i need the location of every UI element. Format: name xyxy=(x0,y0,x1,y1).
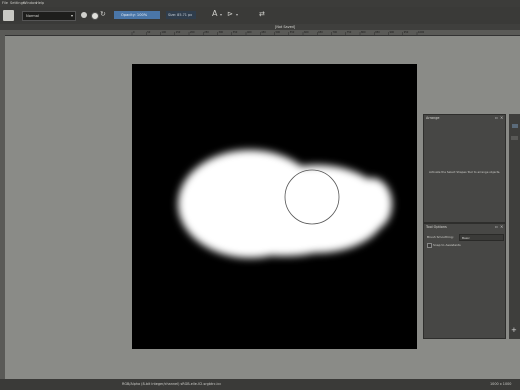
wrap-around-icon[interactable]: ⇄ xyxy=(259,10,265,18)
white-brush-stroke xyxy=(178,150,392,258)
reload-preset-icon[interactable]: ↻ xyxy=(100,11,106,18)
ruler-tick-label: 1000 xyxy=(418,31,425,34)
ruler-tick-label: 300 xyxy=(219,31,224,34)
canvas-artwork xyxy=(178,150,392,258)
add-layer-icon[interactable]: + xyxy=(511,327,517,334)
snap-label: Snap to Assistants xyxy=(433,243,461,247)
ruler-tick-label: 750 xyxy=(347,31,352,34)
ruler-tick-label: 100 xyxy=(162,31,167,34)
chevron-down-icon[interactable]: ▾ xyxy=(220,12,222,17)
layer-thumbnail[interactable] xyxy=(512,124,518,128)
status-bar: RGB/Alpha (8-bit integer/channel) sRGB-e… xyxy=(0,379,520,390)
mirror-icon[interactable]: ⊳ xyxy=(227,10,233,18)
snap-checkbox[interactable] xyxy=(427,243,432,248)
ruler-ticks: 0 50 100 150 200 250 300 350 400 450 500 550 600 650 7… xyxy=(131,31,425,35)
brush-toolbar: Normal ▾ ↻ Opacity: 100% Size: 85.71 px … xyxy=(0,7,520,25)
ruler-tick-label: 200 xyxy=(190,31,195,34)
arrange-panel: Arrange ▫ × Activate the Select Shapes T… xyxy=(423,114,506,223)
opacity-label: Opacity: 100% xyxy=(121,13,148,17)
arrange-hint: Activate the Select Shapes Tool to arran… xyxy=(429,170,501,174)
ruler-tick-label: 850 xyxy=(375,31,380,34)
tool-options-title: Tool Options xyxy=(426,225,447,229)
ruler-tick-label: 800 xyxy=(361,31,366,34)
menu-help[interactable]: Help xyxy=(36,1,44,5)
ruler-tick-label: 950 xyxy=(404,31,409,34)
image-size-info: 1000 x 1000 xyxy=(490,382,512,386)
ruler-tick-label: 400 xyxy=(247,31,252,34)
panel-float-icon[interactable]: ▫ xyxy=(495,224,498,229)
tool-options-panel: Tool Options ▫ × Brush Smoothing: Basic … xyxy=(423,223,506,339)
ruler-tick-label: 550 xyxy=(290,31,295,34)
brush-preset-icon[interactable] xyxy=(3,10,14,21)
size-slider[interactable]: Size: 85.71 px xyxy=(166,11,196,19)
brush-smoothing-select[interactable]: Basic xyxy=(459,234,504,241)
ruler-tick-label: 150 xyxy=(176,31,181,34)
vertical-ruler xyxy=(0,35,5,379)
ruler-tick-label: 700 xyxy=(333,31,338,34)
menu-bar: File Settings Window Help xyxy=(0,0,520,7)
brush-smoothing-label: Brush Smoothing: xyxy=(427,235,454,239)
document-tab[interactable]: [Not Saved] xyxy=(275,25,295,29)
blend-mode-label: Normal xyxy=(26,14,40,18)
drawing-canvas[interactable] xyxy=(132,64,417,349)
brush-smoothing-value: Basic xyxy=(462,236,470,240)
ruler-tick-label: 650 xyxy=(318,31,323,34)
ruler-tick-label: 500 xyxy=(276,31,281,34)
chevron-down-icon[interactable]: ▾ xyxy=(236,12,238,17)
ruler-tick-label: 50 xyxy=(147,31,151,34)
layer-row[interactable] xyxy=(511,136,518,140)
preserve-alpha-icon[interactable] xyxy=(91,12,99,20)
ruler-tick-label: 450 xyxy=(261,31,266,34)
ruler-tick-label: 250 xyxy=(204,31,209,34)
layers-docker-collapsed[interactable]: + xyxy=(509,114,520,339)
horizontal-ruler: 0 50 100 150 200 250 300 350 400 450 500 550 600 650 7… xyxy=(0,30,520,36)
size-label: Size: 85.71 px xyxy=(168,13,193,17)
arrange-panel-title: Arrange xyxy=(426,116,440,120)
color-space-info: RGB/Alpha (8-bit integer/channel) sRGB-e… xyxy=(122,382,222,386)
text-tool-icon[interactable]: A xyxy=(212,9,217,18)
opacity-slider[interactable]: Opacity: 100% xyxy=(114,11,160,19)
panel-float-icon[interactable]: ▫ xyxy=(495,115,498,120)
eraser-mode-icon[interactable] xyxy=(81,12,87,18)
blend-mode-select[interactable]: Normal ▾ xyxy=(22,11,76,21)
close-icon[interactable]: × xyxy=(500,115,503,120)
ruler-tick-label: 600 xyxy=(304,31,309,34)
ruler-tick-label: 900 xyxy=(390,31,395,34)
chevron-down-icon: ▾ xyxy=(70,13,73,18)
ruler-tick-label: 0 xyxy=(133,31,135,34)
ruler-tick-label: 350 xyxy=(233,31,238,34)
close-icon[interactable]: × xyxy=(500,224,503,229)
menu-file[interactable]: File xyxy=(2,1,8,5)
